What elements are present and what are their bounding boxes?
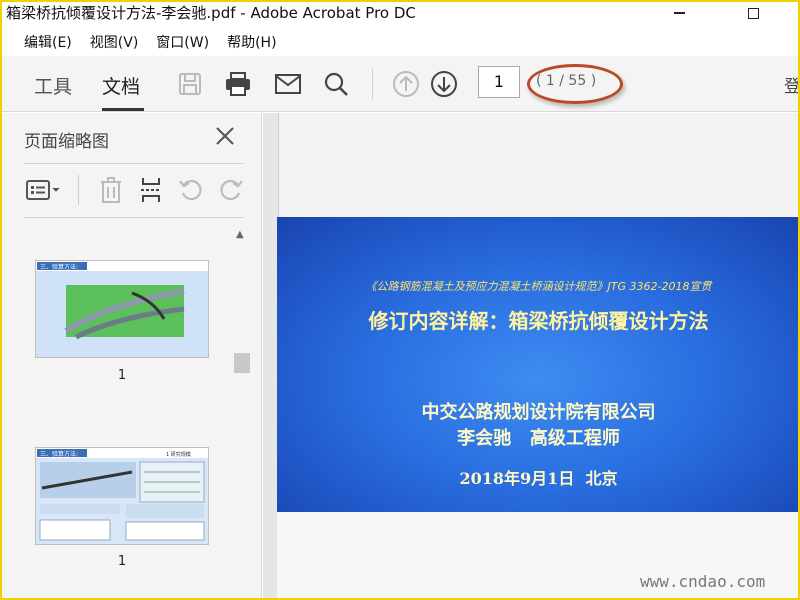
close-icon [216,127,234,145]
tab-tools[interactable]: 工具 [34,72,72,99]
page-number-input[interactable]: 1 [478,66,520,98]
thumbnail-heading: 三、验算方法: [40,263,78,271]
red-highlight-annotation [527,64,623,104]
print-button[interactable] [222,68,254,100]
menu-help[interactable]: 帮助(H) [227,32,276,52]
thumbnail-page-label: 1 [117,554,127,569]
title-bar: 箱梁桥抗倾覆设计方法-李会驰.pdf - Adobe Acrobat Pro D… [0,0,800,26]
main-toolbar: 工具 文档 1 (1 / 55) 登 [0,56,800,112]
email-button[interactable] [272,68,304,100]
trash-icon [101,177,121,203]
close-panel-button[interactable] [212,123,238,149]
site-watermark: www.cndao.com [640,572,766,591]
tool-separator [78,175,79,205]
page-thumbnail[interactable]: 三、验算方法: [35,260,209,358]
window-title: 箱梁桥抗倾覆设计方法-李会驰.pdf - Adobe Acrobat Pro D… [6,4,416,22]
thumbnail-preview: 三、验算方法: 1 研究规模 [36,448,208,544]
slide-presenter: 李会驰 高级工程师 [457,428,620,449]
scrollbar-thumb[interactable] [234,353,250,373]
previous-page-button[interactable] [390,68,422,100]
rotate-right-icon [220,179,243,201]
menu-window[interactable]: 窗口(W) [156,32,209,52]
maximize-icon [747,7,759,19]
sign-in-link[interactable]: 登 [784,72,800,97]
search-button[interactable] [320,68,352,100]
rotate-right-button[interactable] [216,173,246,207]
delete-page-button[interactable] [96,173,126,207]
toolbar-separator [372,68,373,100]
minimize-icon [673,12,685,14]
active-tab-indicator [102,108,144,111]
panel-divider [24,217,244,218]
menu-bar: 编辑(E) 视图(V) 窗口(W) 帮助(H) [0,30,800,54]
thumbnail-scrollbar[interactable]: ▲ [232,229,252,600]
minimize-button[interactable] [656,0,702,26]
maximize-button[interactable] [730,0,776,26]
printer-icon [226,72,250,96]
page-thumbnails-panel: 页面缩略图 三、验算方法: 1 三、验算方法: 1 研究规模 1 ▲ [0,113,262,600]
rotate-left-icon [179,179,202,201]
page-upper-margin [278,113,800,217]
thumbnail-page-label: 1 [117,368,127,383]
menu-edit[interactable]: 编辑(E) [24,32,72,52]
search-icon [324,72,348,96]
extract-page-button[interactable] [136,173,166,207]
thumbnail-heading: 三、验算方法: [40,450,78,458]
menu-view[interactable]: 视图(V) [90,32,139,52]
envelope-icon [275,74,301,94]
arrow-down-circle-icon [431,71,457,97]
options-menu-icon [26,180,60,200]
pdf-page-slide: 《公路钢筋混凝土及预应力混凝土桥涵设计规范》JTG 3362-2018宣贯 修订… [277,217,800,512]
save-icon [179,73,201,95]
scroll-up-arrow-icon[interactable]: ▲ [236,229,244,240]
thumbnail-preview: 三、验算方法: [36,261,208,357]
slide-subtitle: 《公路钢筋混凝土及预应力混凝土桥涵设计规范》JTG 3362-2018宣贯 [365,280,712,293]
page-thumbnail[interactable]: 三、验算方法: 1 研究规模 [35,447,209,545]
panel-divider [24,163,244,164]
rotate-left-button[interactable] [176,173,206,207]
thumbnail-tag: 1 研究规模 [166,451,191,458]
slide-organization: 中交公路规划设计院有限公司 [421,402,656,423]
panel-title: 页面缩略图 [24,132,109,152]
thumbnail-options-button[interactable] [24,173,66,207]
page-insert-icon [141,178,161,202]
save-button[interactable] [174,68,206,100]
tab-document[interactable]: 文档 [102,72,140,99]
slide-title: 修订内容详解：箱梁桥抗倾覆设计方法 [368,309,709,333]
arrow-up-circle-icon [393,71,419,97]
next-page-button[interactable] [428,68,460,100]
slide-date: 2018年9月1日 北京 [459,469,618,488]
